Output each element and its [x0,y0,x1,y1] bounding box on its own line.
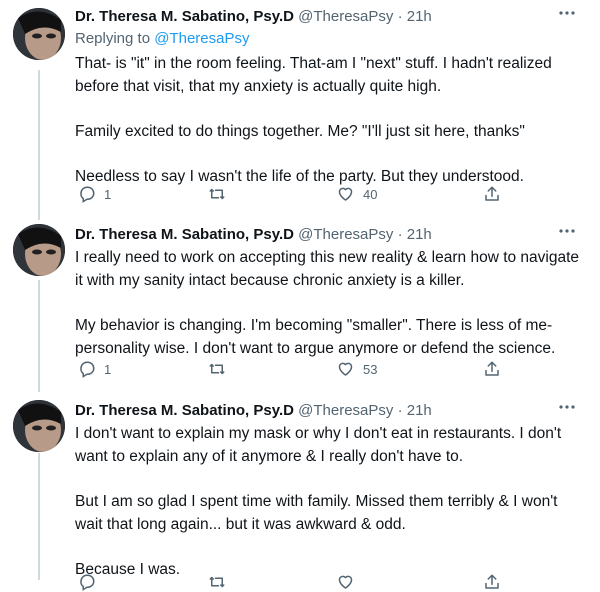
reply-button[interactable]: 1 [78,184,111,204]
tweet-header: Dr. Theresa M. Sabatino, Psy.D @TheresaP… [75,224,560,246]
timestamp[interactable]: 21h [407,402,432,419]
tweet-actions: 1 40 [75,184,515,204]
like-button[interactable] [336,572,355,592]
separator: · [397,226,403,243]
author-name[interactable]: Dr. Theresa M. Sabatino, Psy.D [75,402,294,419]
avatar[interactable] [13,400,65,452]
author-handle[interactable]: @TheresaPsy [298,402,393,419]
tweet-text: I don't want to explain my mask or why I… [75,422,580,581]
replying-to: Replying to @TheresaPsy [75,28,249,50]
reply-button[interactable]: 1 [78,359,111,379]
replying-handle-link[interactable]: @TheresaPsy [154,30,249,47]
share-icon [485,574,499,589]
reply-count: 1 [104,361,112,377]
tweet-header: Dr. Theresa M. Sabatino, Psy.D @TheresaP… [75,400,560,422]
reply-icon [80,186,95,203]
retweet-icon [209,363,225,375]
author-handle[interactable]: @TheresaPsy [298,226,393,243]
tweet-paragraph: I don't want to explain my mask or why I… [75,425,562,465]
tweet-paragraph: Family excited to do things together. Me… [75,123,525,140]
share-button[interactable] [483,359,501,379]
retweet-icon [209,188,225,200]
heart-icon [338,575,353,589]
author-handle[interactable]: @TheresaPsy [298,8,393,25]
heart-icon [338,187,353,201]
replying-label: Replying to [75,30,151,47]
retweet-icon [209,576,225,588]
tweet-3[interactable]: Dr. Theresa M. Sabatino, Psy.D @TheresaP… [0,400,600,591]
like-count: 53 [363,361,378,377]
heart-icon [338,362,353,376]
more-icon[interactable] [558,224,576,238]
tweet-actions [75,572,515,592]
retweet-button[interactable] [207,572,227,592]
tweet-actions: 1 53 [75,359,515,379]
tweet-paragraph: I really need to work on accepting this … [75,249,580,289]
tweet-text: That- is "it" in the room feeling. That-… [75,52,580,188]
separator: · [397,402,403,419]
tweet-1[interactable]: Dr. Theresa M. Sabatino, Psy.D @TheresaP… [0,4,600,209]
avatar[interactable] [13,224,65,276]
author-name[interactable]: Dr. Theresa M. Sabatino, Psy.D [75,8,294,25]
more-icon[interactable] [558,400,576,414]
timestamp[interactable]: 21h [407,226,432,243]
avatar[interactable] [13,8,65,60]
tweet-paragraph: That- is "it" in the room feeling. That-… [75,55,552,95]
tweet-paragraph: My behavior is changing. I'm becoming "s… [75,317,556,357]
like-count: 40 [363,186,378,202]
share-icon [485,186,499,201]
tweet-text: I really need to work on accepting this … [75,246,580,360]
share-button[interactable] [483,572,501,592]
retweet-button[interactable] [207,359,235,379]
like-button[interactable]: 40 [336,184,377,204]
share-button[interactable] [483,184,501,204]
reply-icon [80,361,95,378]
share-icon [485,361,499,376]
reply-icon [80,574,95,591]
tweet-header: Dr. Theresa M. Sabatino, Psy.D @TheresaP… [75,6,560,28]
separator: · [397,8,403,25]
tweet-2[interactable]: Dr. Theresa M. Sabatino, Psy.D @TheresaP… [0,224,600,392]
timestamp[interactable]: 21h [407,8,432,25]
tweet-paragraph: But I am so glad I spent time with famil… [75,493,558,533]
retweet-button[interactable] [207,184,235,204]
reply-button[interactable] [78,572,96,592]
author-name[interactable]: Dr. Theresa M. Sabatino, Psy.D [75,226,294,243]
more-icon[interactable] [558,6,576,20]
like-button[interactable]: 53 [336,359,377,379]
reply-count: 1 [104,186,112,202]
